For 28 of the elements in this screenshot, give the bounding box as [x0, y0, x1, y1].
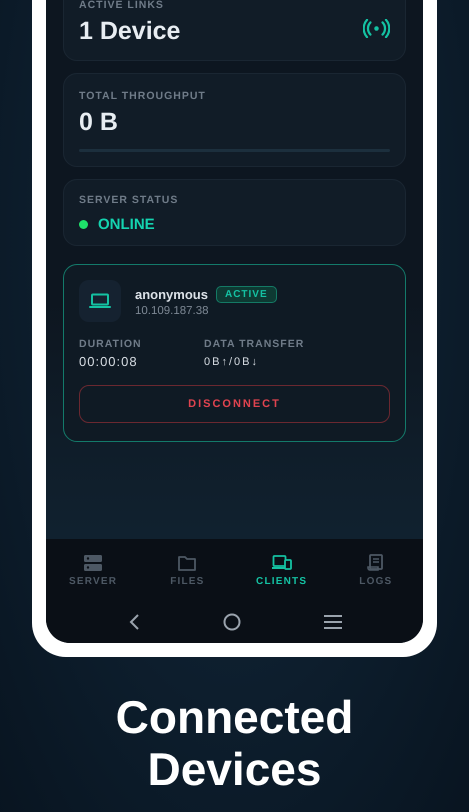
home-icon[interactable] — [222, 613, 240, 631]
nav-tab[interactable]: SERVER — [53, 554, 134, 586]
ip-address: 10.109.187.38 — [135, 304, 210, 316]
status-badge: ACTIVE — [216, 286, 277, 302]
devices-icon — [272, 554, 292, 572]
field-value: 0B↑/0B↓ — [204, 356, 260, 368]
document-icon — [366, 554, 386, 572]
stat-label: TOTAL THROUGHPUT — [79, 90, 207, 102]
caption-title: Connected Devices — [114, 691, 354, 795]
client-name: anonymous — [135, 286, 208, 302]
nav-tab[interactable]: LOGS — [336, 554, 416, 586]
nav-tab[interactable]: CLIENTS — [242, 554, 322, 586]
disconnect-button[interactable]: DISCONNECT — [79, 385, 390, 423]
menu-icon[interactable] — [324, 614, 342, 630]
stat-label: ACTIVE LINKS — [79, 0, 165, 11]
back-icon[interactable] — [128, 613, 140, 631]
broadcast-icon — [363, 19, 390, 38]
stat-value: 0 B — [79, 108, 119, 137]
laptop-icon — [89, 293, 111, 309]
field-label: DATA TRANSFER — [204, 338, 306, 350]
nav-tab[interactable]: FILES — [147, 554, 228, 586]
status-text: ONLINE — [98, 216, 155, 233]
server-icon — [83, 554, 104, 572]
stat-value: 1 Device — [79, 17, 180, 46]
folder-icon — [177, 554, 198, 572]
stat-label: SERVER STATUS — [79, 194, 180, 206]
field-label: DURATION — [79, 338, 143, 350]
field-value: 00:00:08 — [79, 354, 139, 369]
